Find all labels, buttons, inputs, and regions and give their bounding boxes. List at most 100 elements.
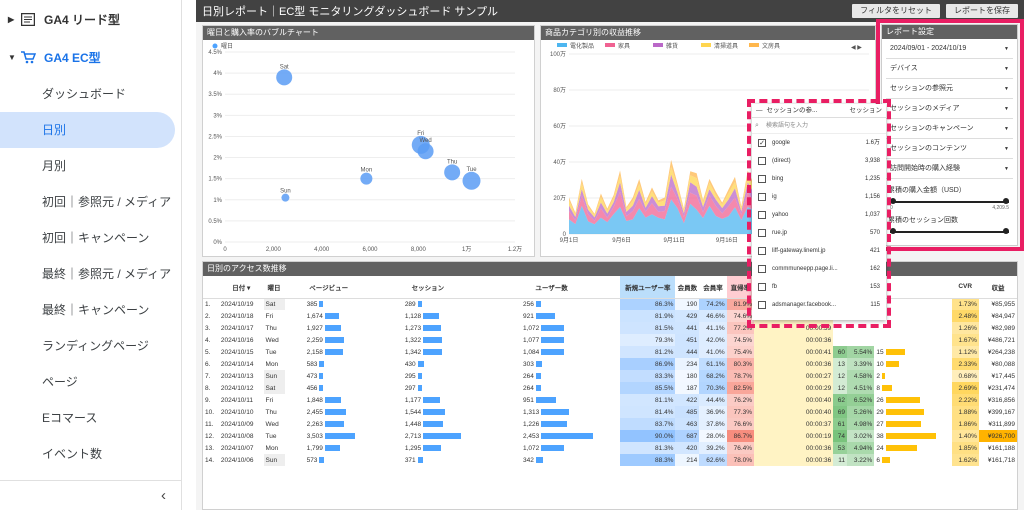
collapse-sidebar-button[interactable]: ‹	[0, 480, 182, 510]
bar-fill	[324, 408, 346, 415]
table-cell: 289	[373, 298, 483, 310]
cell-value: ¥82,989	[991, 324, 1016, 332]
table-cell: 1.26%	[951, 322, 979, 334]
table-cell: 214	[675, 454, 700, 466]
table-cell: 1,674	[285, 310, 373, 322]
cell-value: Thu	[265, 324, 277, 332]
table-cell: 2,158	[285, 346, 373, 358]
table-cell: ¥399,167	[979, 406, 1017, 418]
sidebar-item[interactable]: 最終｜参照元 / メディア	[0, 256, 181, 292]
cell-value: 256	[523, 300, 534, 308]
cell-value: 1,322	[404, 336, 422, 344]
bubble-point[interactable]	[360, 172, 373, 185]
table-header-cell[interactable]: 日付 ▾	[218, 276, 264, 299]
table-row: 5. 2024/10/15 Tue 2,158 1,342 1,084 81.2% 444 41…	[203, 346, 1017, 358]
sidebar-group-ec[interactable]: ▼ GA4 EC型	[0, 38, 181, 76]
bubble-point[interactable]	[444, 164, 461, 181]
sidebar-item[interactable]: イベント数	[0, 436, 181, 472]
cell-value: 2.69%	[958, 384, 977, 392]
sidebar-item[interactable]: 初回｜参照元 / メディア	[0, 184, 181, 220]
cell-value: 3.	[205, 324, 211, 332]
sidebar-item[interactable]: 日別	[0, 112, 175, 148]
bar-fill	[541, 432, 594, 439]
table-header-cell: 新規ユーザー率	[620, 276, 676, 299]
bar-fill	[535, 396, 557, 403]
legend-label: 曜日	[221, 43, 233, 50]
bar-fill	[324, 348, 344, 355]
table-cell: 1,322	[373, 334, 483, 346]
bubble-point[interactable]	[462, 171, 481, 190]
sidebar-group-lead[interactable]: ▶ GA4 リード型	[0, 0, 181, 38]
legend-label: 清掃道具	[714, 42, 738, 50]
bar-fill	[324, 336, 345, 343]
cell-value: 60	[837, 348, 845, 356]
table-cell: 60	[833, 346, 847, 358]
table-cell: 573	[285, 454, 373, 466]
table-cell: 1.86%	[951, 418, 979, 430]
sidebar-item[interactable]: Eコマース	[0, 400, 181, 436]
table-cell: 77.3%	[726, 406, 755, 418]
bubble-point[interactable]	[417, 143, 434, 160]
sidebar: ▶ GA4 リード型 ▼ GA4 EC型 ダッシュボード 日別 月別 初回｜参照元 /…	[0, 0, 182, 510]
bar-fill	[885, 408, 924, 415]
table-cell: ¥80,088	[979, 358, 1017, 370]
save-report-button[interactable]: レポートを保存	[946, 4, 1018, 18]
cell-value: 81.9%	[655, 312, 674, 320]
legend-label: 電化製品	[570, 42, 594, 50]
cell-value: 77.3%	[733, 408, 753, 416]
cell-value: 1.40%	[958, 432, 977, 440]
legend-swatch	[701, 43, 711, 47]
bar-fill	[885, 444, 918, 451]
legend-pager[interactable]: ◀ ▶	[851, 45, 862, 51]
bubble-point[interactable]	[276, 69, 293, 86]
table-cell: 62.6%	[699, 454, 727, 466]
cell-value: 28.0%	[706, 432, 725, 440]
cell-value: 12.	[205, 432, 215, 440]
table-cell: 1,848	[285, 394, 373, 406]
table-cell: 00:00:37	[754, 418, 834, 430]
bar-fill	[541, 348, 565, 355]
table-cell: 3.22%	[846, 454, 875, 466]
cell-value: 00:00:37	[805, 420, 832, 428]
cell-value: 44.4%	[706, 396, 725, 404]
cell-value: 2024/10/09	[220, 420, 254, 428]
reset-filter-button[interactable]: フィルタをリセット	[852, 4, 940, 18]
sidebar-item[interactable]: ページ	[0, 364, 181, 400]
cell-value: 53	[837, 444, 845, 452]
table-header-cell: ユーザー数	[483, 276, 621, 299]
cell-value: 36.9%	[706, 408, 725, 416]
table-row: 1. 2024/10/19 Sat 385 289 256 86.3% 190 74.2% 81.…	[203, 298, 1017, 310]
cell-value: ¥399,167	[987, 408, 1015, 416]
sidebar-item[interactable]: 最終｜キャンペーン	[0, 292, 181, 328]
table-cell: Tue	[264, 346, 285, 358]
table-cell: 2024/10/13	[219, 370, 264, 382]
sidebar-item[interactable]: ダッシュボード	[0, 76, 181, 112]
legend-swatch	[653, 43, 663, 47]
cell-value: 1.73%	[958, 300, 977, 308]
bubble-point[interactable]	[281, 193, 290, 202]
cell-value: 214	[686, 456, 698, 464]
table-cell: 2024/10/17	[219, 322, 264, 334]
table-cell: 81.3%	[620, 442, 676, 454]
table-cell: 26	[874, 394, 951, 406]
cell-value: 2,259	[306, 336, 323, 344]
cell-value: 41.1%	[706, 324, 725, 332]
table-cell: 61	[833, 418, 847, 430]
table-cell: 463	[675, 418, 700, 430]
bar-fill	[319, 360, 325, 367]
table-cell: 86.9%	[620, 358, 676, 370]
cell-value: 83.3%	[655, 372, 674, 380]
table-cell	[833, 334, 847, 346]
table-cell: 83.7%	[620, 418, 676, 430]
table-cell: 2.48%	[951, 310, 979, 322]
y-tick-label: 80万	[553, 87, 566, 94]
sidebar-item[interactable]: ランディングページ	[0, 328, 181, 364]
table-cell: 00:00:36	[754, 334, 834, 346]
sidebar-item[interactable]: 月別	[0, 148, 181, 184]
cell-value: 00:00:27	[805, 372, 832, 380]
table-cell: 85.5%	[620, 382, 676, 394]
table-cell: 3.02%	[846, 430, 875, 442]
cell-value: 1,295	[404, 444, 422, 452]
sidebar-item[interactable]: 初回｜キャンペーン	[0, 220, 181, 256]
cell-value: 1,313	[523, 408, 540, 416]
